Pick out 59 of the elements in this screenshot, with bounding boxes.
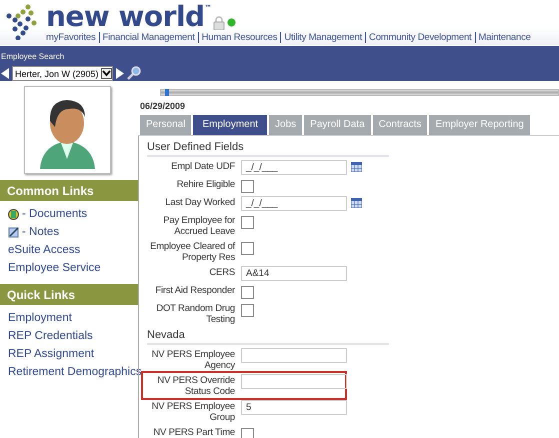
tab[interactable]: Employment (193, 115, 268, 135)
field-label: NV PERS Employee Agency (150, 348, 235, 371)
checkbox[interactable] (241, 242, 254, 255)
sidebar-link[interactable]: Employee Service (8, 262, 101, 274)
checkbox[interactable] (241, 216, 254, 229)
sidebar-link[interactable]: REP Assignment (8, 348, 94, 360)
date-label: 06/29/2009 (140, 101, 186, 112)
sidebar-link[interactable]: eSuite Access (8, 244, 80, 256)
text-field[interactable] (241, 348, 347, 363)
checkbox[interactable] (241, 286, 254, 299)
nav-link[interactable]: Financial Management (98, 32, 198, 43)
calendar-icon[interactable] (351, 162, 362, 172)
section-header: Quick Links (0, 284, 138, 305)
search-title: Employee Search (1, 52, 66, 63)
sidebar-link[interactable]: Retirement Demographics (8, 366, 142, 378)
next-arrow-icon[interactable] (114, 68, 124, 79)
text-field[interactable]: 5 (241, 400, 347, 415)
previous-arrow-icon[interactable] (1, 68, 10, 79)
date-field[interactable]: _/_/___ (241, 160, 347, 175)
field-label: NV PERS Part Time (152, 426, 235, 438)
nav-link[interactable]: myFavorites (46, 32, 99, 43)
section-title: User Defined Fields (147, 141, 389, 157)
field-label: Rehire Eligible (176, 178, 235, 190)
text-field[interactable] (241, 374, 347, 389)
field-label: NV PERS Employee Group (150, 400, 235, 423)
employee-select[interactable]: Herter, Jon W (2905) (12, 66, 113, 81)
nav-link[interactable]: Utility Management (280, 32, 366, 43)
document-icon (8, 208, 19, 220)
dropdown-caret-icon[interactable] (100, 68, 112, 79)
field-label: Pay Employee for Accrued Leave (162, 214, 235, 237)
sidebar-link[interactable]: - Notes (22, 226, 60, 238)
search-icon[interactable] (126, 66, 141, 81)
text-field[interactable]: A&14 (241, 266, 347, 281)
sidebar-link[interactable]: Employment (8, 312, 72, 324)
field-label: NV PERS Override Status Code (156, 374, 235, 397)
sidebar-link[interactable]: REP Credentials (8, 330, 93, 342)
checkbox[interactable] (241, 180, 254, 193)
logo-text: new world$^{™}$ (46, 4, 212, 30)
checkbox[interactable] (241, 428, 254, 438)
nav-link[interactable]: Maintenance (474, 32, 534, 43)
section-header: Common Links (0, 180, 138, 201)
field-label: DOT Random Drug Testing (155, 302, 235, 325)
lock-icon (213, 16, 226, 30)
timeline-slider[interactable] (160, 89, 559, 96)
section-title: Nevada (147, 329, 389, 345)
nav-link[interactable]: Human Resources (198, 32, 280, 43)
checkbox[interactable] (241, 304, 254, 317)
date-field[interactable]: _/_/___ (241, 196, 347, 211)
slider-thumb[interactable] (164, 89, 169, 96)
status-dot-icon (227, 18, 236, 27)
field-label: First Aid Responder (154, 284, 235, 296)
nav-link[interactable]: Community Development (365, 32, 474, 43)
pencil-icon (8, 226, 19, 238)
field-label: Employee Cleared of Property Res (149, 240, 235, 263)
sidebar-link[interactable]: - Documents (22, 208, 88, 220)
calendar-icon[interactable] (351, 198, 362, 208)
field-label: Last Day Worked (164, 196, 235, 208)
field-label: CERS (208, 266, 235, 278)
field-label: Empl Date UDF (170, 160, 235, 172)
